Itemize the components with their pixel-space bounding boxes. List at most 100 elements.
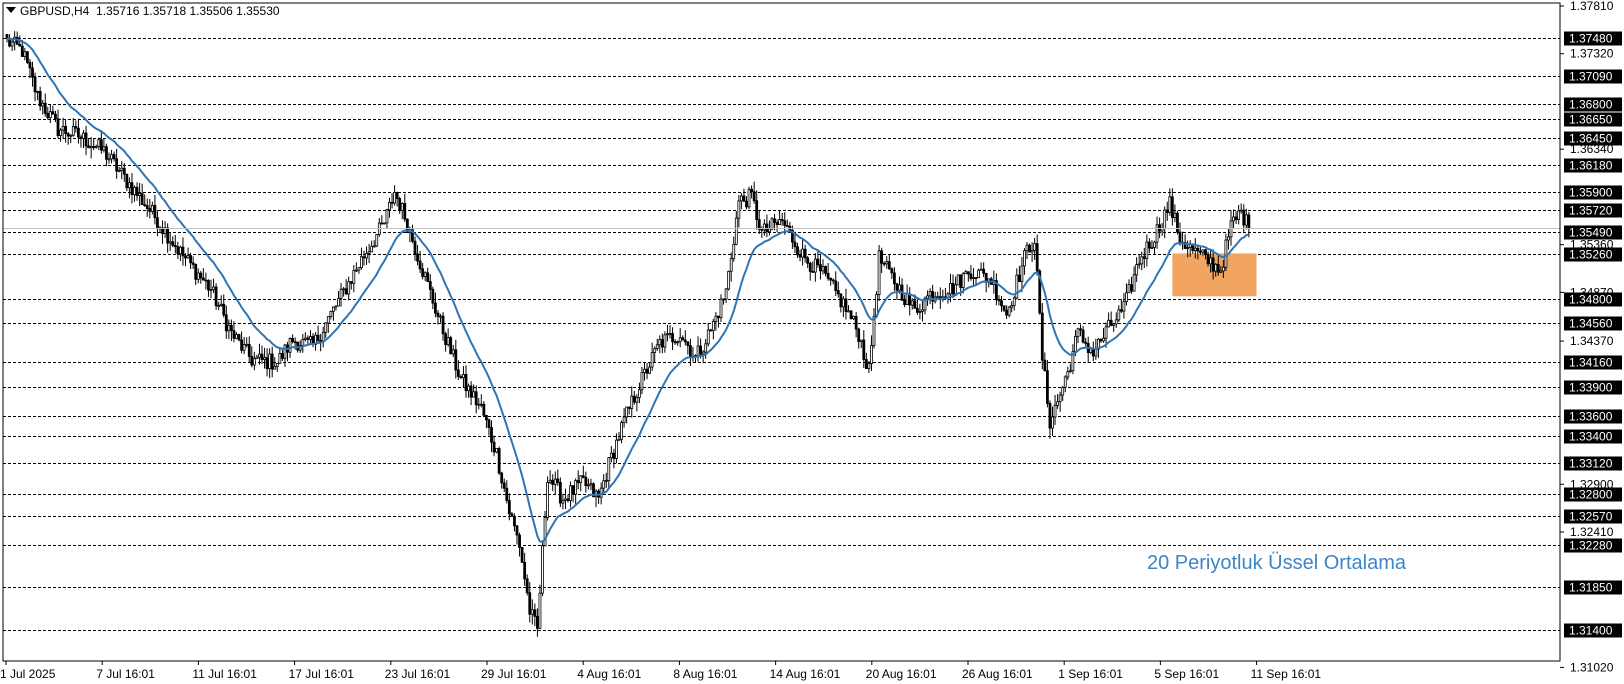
candle-body — [525, 578, 529, 594]
candle-body — [319, 339, 323, 342]
candle-body — [31, 67, 34, 78]
candle-body — [966, 271, 970, 275]
candle-body — [576, 480, 580, 484]
candle-body — [755, 200, 759, 220]
candle-body — [785, 225, 789, 227]
candle-body — [842, 298, 845, 308]
candle-body — [505, 487, 509, 501]
candle-body — [176, 246, 180, 255]
candle-body — [816, 258, 820, 266]
y-tick-label: 1.34370 — [1570, 334, 1614, 348]
candle-body — [1140, 256, 1144, 265]
candle-body — [806, 257, 810, 264]
candle-body — [740, 195, 743, 202]
candle-body — [97, 139, 101, 147]
candle-body — [747, 188, 751, 208]
candle-body — [732, 243, 736, 260]
candle-body — [872, 315, 876, 346]
candle-body — [1158, 224, 1161, 232]
candle-body — [110, 154, 113, 160]
candle-body — [918, 311, 922, 313]
level-badge-label: 1.31850 — [1569, 581, 1613, 595]
x-tick-label: 7 Jul 16:01 — [96, 667, 155, 681]
candle-body — [762, 223, 766, 231]
candle-body — [204, 279, 208, 282]
candle-body — [349, 281, 353, 284]
price-chart[interactable]: 1.378101.373201.363401.353601.348701.343… — [0, 0, 1624, 684]
candle-body — [972, 277, 975, 279]
candle-body — [418, 260, 422, 270]
candle-body — [173, 245, 177, 248]
ema-annotation: 20 Periyotluk Üssel Ortalama — [1147, 552, 1406, 574]
candle-body — [1079, 328, 1082, 331]
candle-body — [166, 227, 170, 244]
candle-body — [997, 299, 1001, 302]
candle-body — [523, 561, 527, 580]
candle-body — [209, 289, 213, 292]
candle-body — [77, 127, 80, 138]
candle-body — [398, 198, 402, 212]
dropdown-triangle-icon[interactable] — [6, 7, 16, 13]
candle-body — [1023, 250, 1026, 267]
candle-body — [579, 475, 583, 484]
candle-body — [1048, 402, 1052, 429]
candle-body — [247, 343, 251, 357]
candle-body — [1211, 257, 1215, 272]
candle-body — [829, 277, 833, 281]
candle-body — [393, 192, 397, 204]
candle-body — [388, 201, 391, 211]
candle-body — [936, 296, 940, 299]
candle-body — [10, 41, 14, 47]
candle-body — [28, 62, 32, 69]
price-axis: 1.378101.373201.363401.353601.348701.343… — [1560, 0, 1622, 674]
candle-body — [64, 125, 68, 135]
candle-body — [803, 248, 807, 259]
candle-body — [615, 439, 618, 459]
candle-body — [339, 288, 343, 299]
candle-body — [1247, 214, 1251, 229]
candle-body — [1163, 209, 1167, 229]
candle-body — [1040, 312, 1044, 361]
candle-body — [235, 334, 238, 339]
candle-body — [737, 200, 741, 219]
candle-body — [54, 113, 57, 120]
candle-body — [910, 300, 914, 306]
level-badge-label: 1.34560 — [1569, 317, 1613, 331]
candle-body — [18, 44, 22, 47]
candle-body — [977, 269, 980, 279]
candle-body — [1137, 263, 1141, 266]
candle-body — [566, 498, 570, 501]
x-tick-label: 4 Aug 16:01 — [577, 667, 641, 681]
level-badge-label: 1.37090 — [1569, 70, 1613, 84]
candle-body — [184, 255, 187, 259]
candle-body — [1199, 250, 1202, 253]
candle-body — [178, 246, 182, 255]
candle-body — [474, 391, 478, 406]
y-tick-label: 1.37320 — [1570, 47, 1614, 61]
candle-body — [270, 353, 274, 370]
candle-body — [571, 485, 575, 495]
candle-body — [260, 353, 264, 360]
candle-body — [630, 395, 634, 409]
candle-body — [645, 368, 649, 374]
candle-body — [928, 291, 932, 297]
candle-body — [107, 158, 111, 161]
candle-body — [1148, 241, 1151, 249]
level-badge-label: 1.32570 — [1569, 510, 1613, 524]
candle-body — [808, 262, 812, 272]
candle-body — [564, 498, 567, 501]
candle-body — [433, 302, 437, 314]
candle-body — [650, 352, 654, 368]
candle-body — [1214, 263, 1218, 272]
candle-body — [757, 219, 761, 230]
candle-body — [793, 241, 797, 248]
candle-body — [217, 305, 221, 307]
candle-body — [66, 133, 70, 137]
candle-body — [773, 218, 776, 223]
candle-body — [102, 146, 106, 151]
candle-body — [324, 322, 328, 333]
candle-body — [105, 146, 108, 160]
candle-body — [949, 283, 952, 295]
candle-body — [293, 341, 297, 344]
candle-body — [232, 330, 236, 339]
